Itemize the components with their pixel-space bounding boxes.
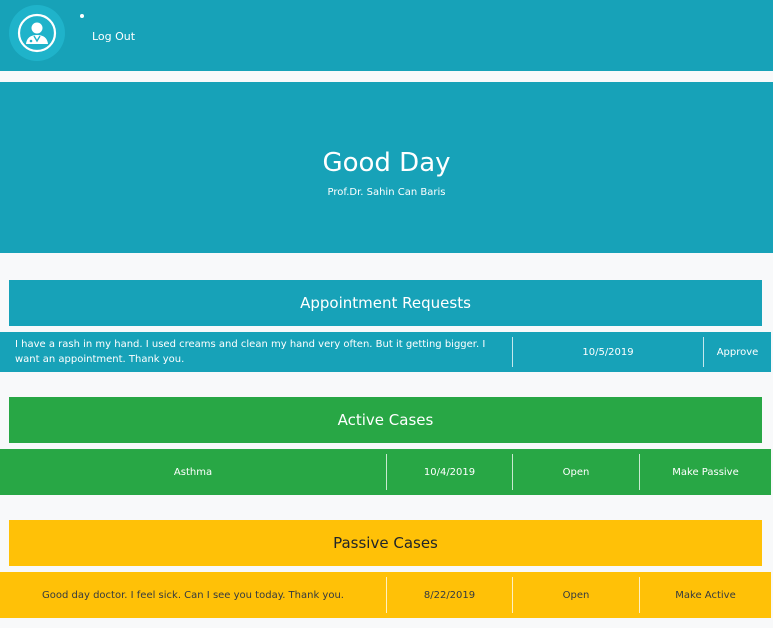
welcome-banner: Good Day Prof.Dr. Sahin Can Baris bbox=[0, 82, 773, 253]
request-message: I have a rash in my hand. I used creams … bbox=[15, 339, 486, 365]
appointment-request-row: I have a rash in my hand. I used creams … bbox=[0, 332, 771, 372]
open-case-button[interactable]: Open bbox=[512, 577, 639, 613]
active-cases-header: Active Cases bbox=[9, 397, 762, 443]
doctor-avatar-icon bbox=[17, 13, 57, 53]
case-date: 8/22/2019 bbox=[386, 577, 512, 613]
approve-button[interactable]: Approve bbox=[703, 337, 771, 367]
make-passive-button[interactable]: Make Passive bbox=[639, 454, 771, 490]
passive-cases-header: Passive Cases bbox=[9, 520, 762, 566]
active-case-row: Asthma 10/4/2019 Open Make Passive bbox=[0, 449, 771, 495]
greeting-title: Good Day bbox=[322, 148, 451, 178]
open-case-button[interactable]: Open bbox=[512, 454, 639, 490]
doctor-name: Prof.Dr. Sahin Can Baris bbox=[327, 187, 446, 198]
passive-case-row: Good day doctor. I feel sick. Can I see … bbox=[0, 572, 771, 618]
case-description: Good day doctor. I feel sick. Can I see … bbox=[42, 589, 344, 601]
case-date: 10/4/2019 bbox=[386, 454, 512, 490]
logout-link[interactable]: Log Out bbox=[92, 30, 135, 43]
case-description: Asthma bbox=[173, 466, 213, 478]
logo[interactable] bbox=[9, 5, 65, 61]
nav-bullet bbox=[80, 14, 84, 18]
request-date: 10/5/2019 bbox=[512, 337, 703, 367]
top-navbar: Log Out bbox=[0, 0, 773, 71]
make-active-button[interactable]: Make Active bbox=[639, 577, 771, 613]
appointment-requests-header: Appointment Requests bbox=[9, 280, 762, 326]
